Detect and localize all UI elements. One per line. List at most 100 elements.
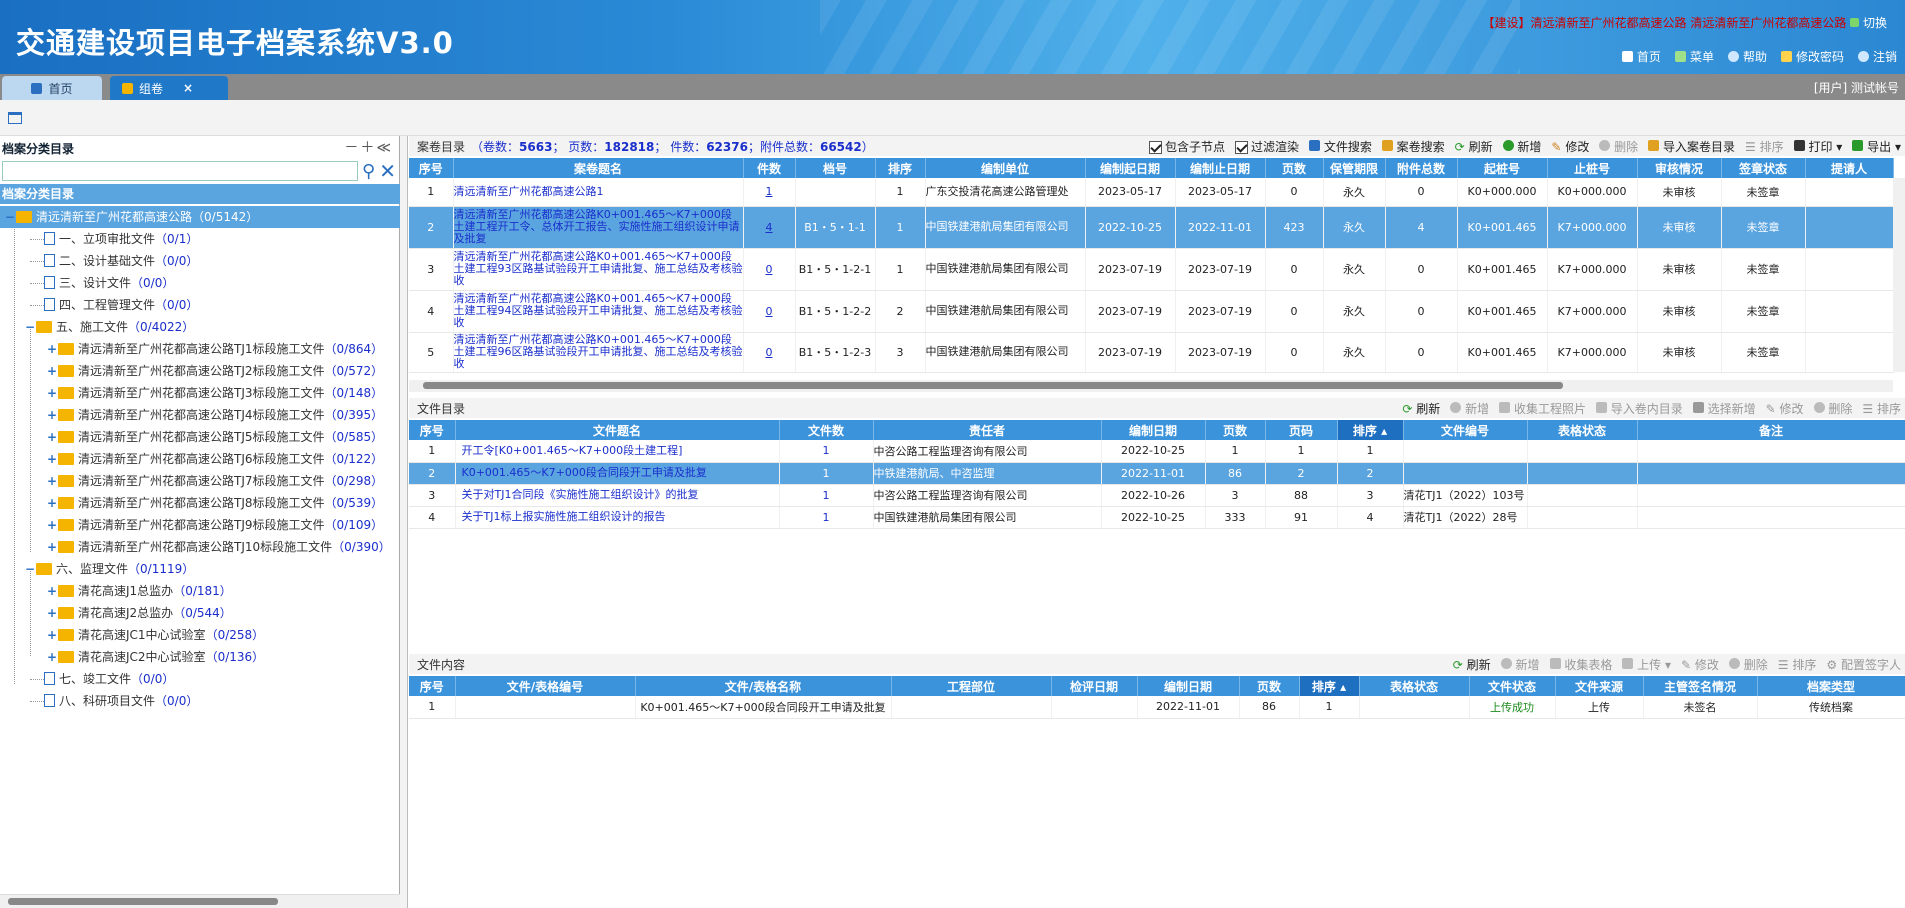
include-sub-checkbox[interactable]: 包含子节点 (1148, 138, 1225, 155)
col-header[interactable]: 审核情况 (1637, 158, 1722, 178)
table-row[interactable]: 1 清远清新至广州花都高速公路1 1 1 广东交投清花高速公路管理处 2023-05-17… (409, 178, 1894, 207)
nav-change-password[interactable]: 修改密码 (1780, 48, 1844, 65)
col-header[interactable]: 主管签名情况 (1643, 676, 1758, 696)
content-sort-button[interactable]: ☰ 排序 (1778, 656, 1817, 673)
col-header[interactable]: 起桩号 (1457, 158, 1548, 178)
col-header[interactable]: 页数 (1239, 676, 1300, 696)
table-row[interactable]: 5 清远清新至广州花都高速公路K0+001.465～K7+000段土建工程96区路… (409, 332, 1894, 373)
col-header[interactable]: 文件编号 (1403, 420, 1528, 440)
table-row[interactable]: 3 关于对TJ1合同段《实施性施工组织设计》的批复 1 中咨公路工程监理咨询有限公司 2… (409, 484, 1905, 507)
upload-button[interactable]: 上传 ▾ (1622, 656, 1671, 673)
col-header[interactable]: 序号 (409, 676, 456, 696)
col-header[interactable]: 附件总数 (1385, 158, 1458, 178)
tree-node-8[interactable]: + 清远清新至广州花都高速公路TJ3标段施工文件（0/148） (0, 382, 400, 404)
file-add-button[interactable]: 新增 (1450, 400, 1489, 417)
nav-home[interactable]: 首页 (1621, 48, 1661, 65)
col-header[interactable]: 页码 (1265, 420, 1338, 440)
tree-node-19[interactable]: + 清花高速JC1中心试验室（0/258） (0, 624, 400, 646)
file-title-link[interactable]: 关于TJ1标上报实施性施工组织设计的报告 (455, 506, 780, 529)
content-refresh-button[interactable]: ⟳ 刷新 (1453, 656, 1491, 673)
tree-node-22[interactable]: 八、科研项目文件（0/0） (0, 690, 400, 712)
col-header[interactable]: 案卷题名 (453, 158, 744, 178)
col-header[interactable]: 件数 (743, 158, 796, 178)
file-search-button[interactable]: 文件搜索 (1308, 138, 1372, 155)
col-header[interactable]: 文件数 (779, 420, 874, 440)
refresh-button[interactable]: ⟳ 刷新 (1455, 138, 1493, 155)
tree-node-21[interactable]: 七、竣工文件（0/0） (0, 668, 400, 690)
col-header[interactable]: 签章状态 (1721, 158, 1806, 178)
collect-forms-button[interactable]: 收集表格 (1549, 656, 1612, 673)
tree-node-7[interactable]: + 清远清新至广州花都高速公路TJ2标段施工文件（0/572） (0, 360, 400, 382)
volume-title-link[interactable]: 清远清新至广州花都高速公路K0+001.465～K7+000段土建工程94区路基… (453, 290, 744, 333)
col-header-sorted[interactable]: 排序 ▴ (1337, 420, 1404, 440)
col-header[interactable]: 文件/表格编号 (455, 676, 636, 696)
tree-node-20[interactable]: + 清花高速JC2中心试验室（0/136） (0, 646, 400, 668)
volume-search-button[interactable]: 案卷搜索 (1381, 138, 1445, 155)
tab-home[interactable]: 首页 (2, 76, 102, 100)
col-header[interactable]: 编制止日期 (1175, 158, 1266, 178)
col-header[interactable]: 文件来源 (1555, 676, 1644, 696)
col-header[interactable]: 表格状态 (1359, 676, 1470, 696)
file-title-link[interactable]: 关于对TJ1合同段《实施性施工组织设计》的批复 (455, 484, 780, 507)
col-header[interactable]: 文件/表格名称 (635, 676, 892, 696)
tab-group-volume[interactable]: 组卷 × (110, 76, 228, 100)
close-tab-icon[interactable]: × (183, 81, 193, 95)
col-header[interactable]: 责任者 (873, 420, 1102, 440)
file-title-link[interactable]: 开工令[K0+001.465～K7+000段土建工程] (455, 440, 780, 463)
window-icon[interactable] (8, 112, 22, 124)
content-edit-button[interactable]: ✎ 修改 (1681, 656, 1719, 673)
tree-node-5[interactable]: − 五、施工文件（0/4022） (0, 316, 400, 338)
tree-node-12[interactable]: + 清远清新至广州花都高速公路TJ7标段施工文件（0/298） (0, 470, 400, 492)
tree-node-16[interactable]: − 六、监理文件（0/1119） (0, 558, 400, 580)
clear-icon[interactable]: ✕ (379, 159, 396, 183)
col-header[interactable]: 序号 (409, 158, 454, 178)
tree-node-1[interactable]: 一、立项审批文件（0/1） (0, 228, 400, 250)
col-header[interactable]: 页数 (1265, 158, 1324, 178)
volume-title-link[interactable]: 清远清新至广州花都高速公路1 (453, 178, 744, 207)
file-title-link[interactable]: K0+001.465～K7+000段合同段开工申请及批复 (455, 462, 780, 485)
content-name-cell[interactable]: K0+001.465～K7+000段合同段开工申请及批复 (635, 696, 892, 719)
col-header[interactable]: 档案类型 (1757, 676, 1905, 696)
col-header[interactable]: 文件状态 (1469, 676, 1556, 696)
col-header[interactable]: 序号 (409, 420, 456, 440)
tree-horizontal-scrollbar[interactable] (0, 894, 400, 908)
print-button[interactable]: 打印 ▾ (1793, 138, 1842, 155)
tree-node-11[interactable]: + 清远清新至广州花都高速公路TJ6标段施工文件（0/122） (0, 448, 400, 470)
tree-node-15[interactable]: + 清远清新至广州花都高速公路TJ10标段施工文件（0/390） (0, 536, 400, 558)
table-row[interactable]: 4 清远清新至广州花都高速公路K0+001.465～K7+000段土建工程94区路… (409, 290, 1894, 333)
table-row[interactable]: 3 清远清新至广州花都高速公路K0+001.465～K7+000段土建工程93区路… (409, 248, 1894, 291)
file-edit-button[interactable]: ✎ 修改 (1766, 400, 1804, 417)
col-header[interactable]: 提请人 (1805, 158, 1894, 178)
col-header[interactable]: 编制日期 (1137, 676, 1240, 696)
col-header[interactable]: 编制起日期 (1085, 158, 1176, 178)
panel-splitter[interactable] (400, 136, 408, 908)
nav-logout[interactable]: 注销 (1857, 48, 1897, 65)
nav-help[interactable]: 帮助 (1727, 48, 1767, 65)
export-button[interactable]: 导出 ▾ (1852, 138, 1901, 155)
table-row[interactable]: 2 清远清新至广州花都高速公路K0+001.465～K7+000段土建工程开工令、… (409, 206, 1894, 249)
col-header[interactable]: 表格状态 (1527, 420, 1638, 440)
col-header[interactable]: 编制单位 (925, 158, 1086, 178)
tree-node-3[interactable]: 三、设计文件（0/0） (0, 272, 400, 294)
col-header[interactable]: 编制日期 (1101, 420, 1206, 440)
col-header[interactable]: 页数 (1205, 420, 1266, 440)
switch-link[interactable]: 切换 (1850, 16, 1887, 30)
tree-node-17[interactable]: + 清花高速J1总监办（0/181） (0, 580, 400, 602)
item-count-link[interactable]: 0 (743, 248, 796, 291)
col-header[interactable]: 保管期限 (1323, 158, 1386, 178)
item-count-link[interactable]: 1 (743, 178, 796, 207)
item-count-link[interactable]: 4 (743, 206, 796, 249)
collect-photos-button[interactable]: 收集工程照片 (1499, 400, 1586, 417)
import-inner-catalog-button[interactable]: 导入卷内目录 (1595, 400, 1683, 417)
config-signer-button[interactable]: ⚙ 配置签字人 (1826, 656, 1901, 673)
volume-title-link[interactable]: 清远清新至广州花都高速公路K0+001.465～K7+000段土建工程开工令、总… (453, 206, 744, 249)
tree-search-input[interactable] (2, 161, 358, 181)
volume-vertical-scrollbar[interactable] (1893, 178, 1905, 372)
table-row[interactable]: 2 K0+001.465～K7+000段合同段开工申请及批复 1 中铁建港航局、中咨监… (409, 462, 1905, 485)
search-icon[interactable]: ⚲ (362, 161, 375, 182)
content-add-button[interactable]: 新增 (1500, 656, 1540, 673)
col-header-sorted[interactable]: 排序 ▴ (1299, 676, 1360, 696)
file-sort-button[interactable]: ☰ 排序 (1862, 400, 1901, 417)
col-header[interactable]: 备注 (1637, 420, 1905, 440)
table-row[interactable]: 1 K0+001.465～K7+000段合同段开工申请及批复 2022-11-01 8… (409, 696, 1905, 719)
